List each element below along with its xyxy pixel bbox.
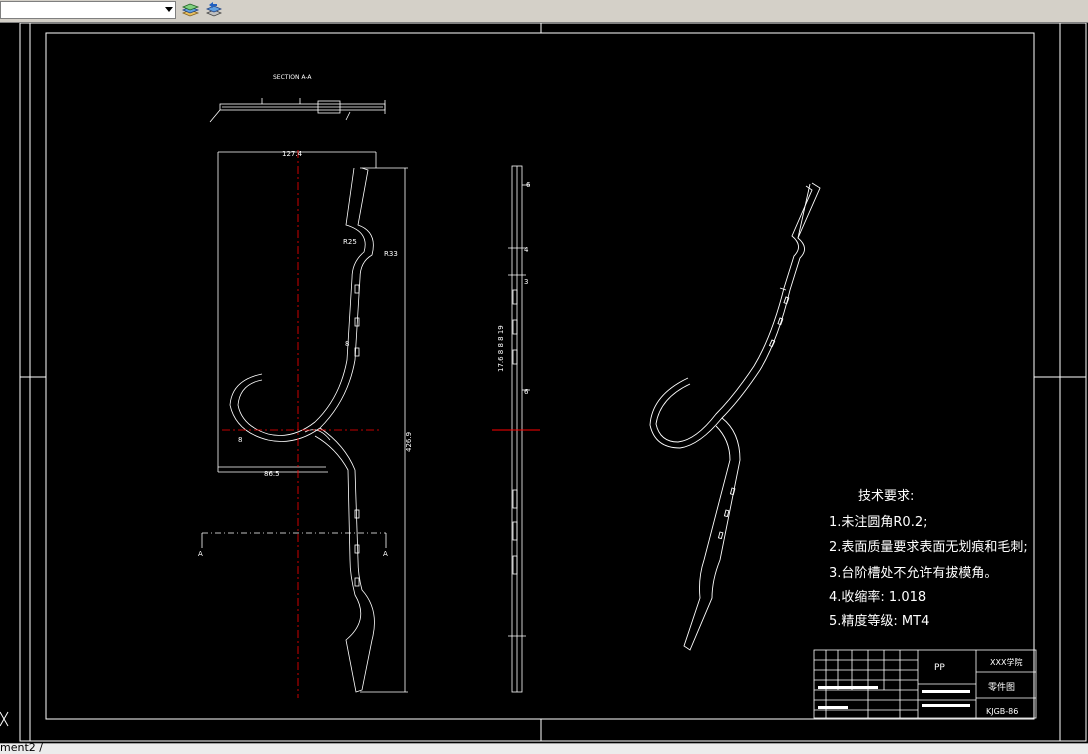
isometric-view: [649, 182, 821, 651]
title-material: PP: [934, 663, 945, 673]
layout-tab-bar: ment2 /: [0, 741, 1088, 754]
technical-notes: 技术要求: 1.未注圆角R0.2; 2.表面质量要求表面无划痕和毛刺; 3.台阶…: [829, 489, 1028, 629]
label-a-right: A: [383, 550, 388, 558]
dim-426: 426.9: [405, 432, 413, 452]
layer-dropdown[interactable]: [0, 1, 176, 19]
note-3: 3.台阶槽处不允许有拔模角。: [829, 565, 997, 581]
note-5: 5.精度等级: MT4: [829, 613, 929, 629]
title-drawing-no: KJGB-86: [986, 707, 1018, 716]
front-view: [201, 151, 408, 693]
dim-86: 86.5: [264, 470, 280, 478]
dim-r25: R25: [343, 238, 357, 246]
dim-r-small: 8: [238, 436, 242, 444]
label-a-left: A: [198, 550, 203, 558]
drawing-canvas[interactable]: SECTION A-A 127.4 R25 R33 8 8 86.5 A A 4…: [0, 22, 1088, 743]
centerlines: [222, 150, 380, 698]
layer-states-icon[interactable]: [181, 1, 200, 20]
dim-side-6b: 6: [524, 388, 529, 396]
dim-8: 8: [345, 340, 349, 348]
layout-tab[interactable]: ment2 /: [0, 741, 43, 754]
dim-side-6a: 6: [526, 181, 531, 189]
notes-title: 技术要求:: [858, 489, 914, 504]
dim-side-stack: 17.6 8 8 8 19: [497, 325, 505, 372]
ucs-icon: [0, 711, 9, 727]
dim-side-4: 4: [524, 246, 529, 254]
dim-127: 127.4: [282, 150, 303, 158]
section-view: [209, 98, 386, 123]
section-label: SECTION A-A: [273, 74, 312, 81]
layer-previous-icon[interactable]: [204, 1, 223, 20]
dim-r33: R33: [384, 250, 398, 258]
dim-side-3: 3: [524, 278, 528, 286]
toolbar: [0, 0, 1088, 23]
side-view: [508, 165, 530, 693]
title-school: XXX学院: [990, 657, 1022, 667]
note-2: 2.表面质量要求表面无划痕和毛刺;: [829, 539, 1028, 555]
outer-frame: [19, 22, 1087, 742]
note-4: 4.收缩率: 1.018: [829, 589, 926, 605]
note-1: 1.未注圆角R0.2;: [829, 515, 928, 530]
title-part-name: 零件图: [988, 681, 1015, 693]
chevron-down-icon[interactable]: [165, 7, 173, 12]
